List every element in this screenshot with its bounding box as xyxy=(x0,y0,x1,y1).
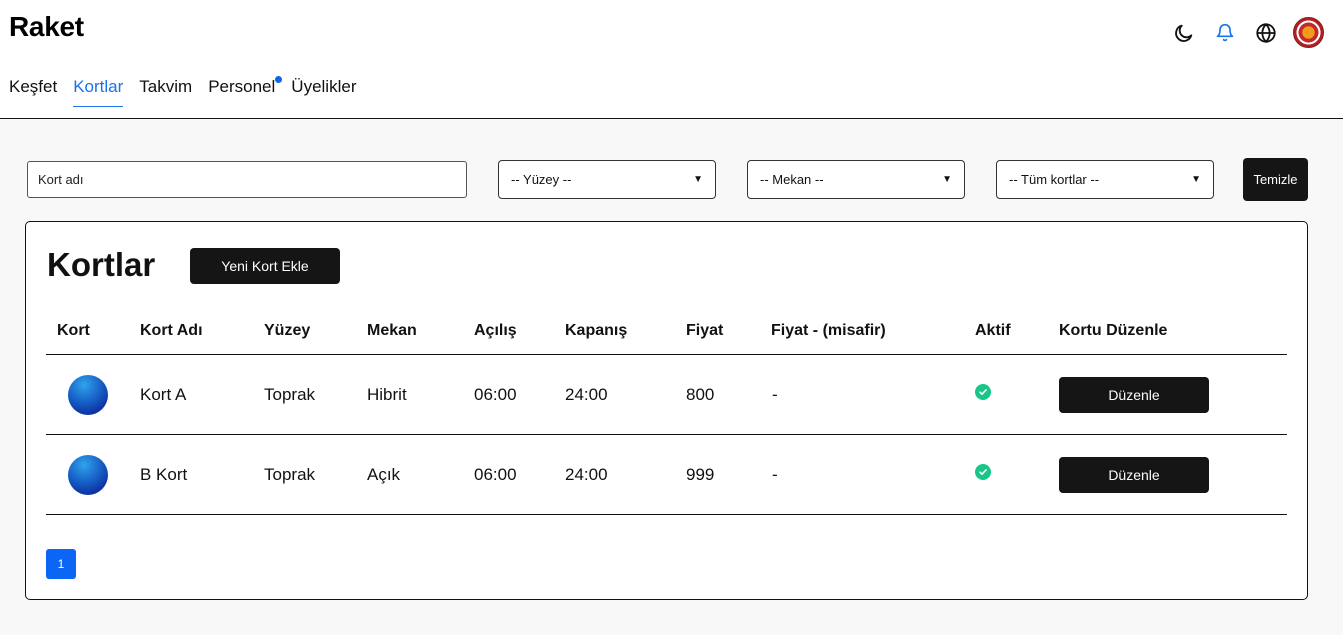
court-venue: Açık xyxy=(367,465,401,484)
check-circle-icon xyxy=(975,464,991,480)
court-close-time: 24:00 xyxy=(565,465,608,484)
column-header: Fiyat xyxy=(686,322,724,339)
edit-court-button[interactable]: Düzenle xyxy=(1059,377,1209,413)
chevron-down-icon: ▼ xyxy=(693,174,703,185)
court-price: 999 xyxy=(686,465,715,484)
header-icons xyxy=(1158,17,1324,48)
court-name: B Kort xyxy=(140,465,188,484)
court-open-time: 06:00 xyxy=(474,465,517,484)
column-header: Yüzey xyxy=(264,322,311,339)
court-close-time: 24:00 xyxy=(565,385,608,404)
clear-filters-button[interactable]: Temizle xyxy=(1243,158,1308,201)
main-nav: Keşfet Kortlar Takvim Personel Üyelikler xyxy=(9,76,372,107)
column-header: Kortu Düzenle xyxy=(1059,322,1168,339)
column-header: Aktif xyxy=(975,322,1011,339)
column-header: Kort xyxy=(57,322,90,339)
venue-select[interactable]: -- Mekan -- ▼ xyxy=(747,160,965,199)
table-header-row: Kort Kort Adı Yüzey Mekan Açılış Kapanış… xyxy=(46,314,1287,355)
tab-label: Üyelikler xyxy=(291,77,357,96)
moon-icon[interactable] xyxy=(1169,18,1199,48)
court-ball-icon xyxy=(68,375,108,415)
court-ball-icon xyxy=(68,455,108,495)
venue-select-value: -- Mekan -- xyxy=(760,172,824,187)
tab-label: Keşfet xyxy=(9,77,58,96)
courts-card: Kortlar Yeni Kort Ekle Kort Kort Adı Yüz… xyxy=(25,221,1308,600)
table-row: Kort A Toprak Hibrit 06:00 24:00 800 - D… xyxy=(46,355,1287,435)
top-header: Raket Keşfet Kortlar Takvim Personel Üye… xyxy=(0,0,1343,119)
tab-kortlar[interactable]: Kortlar xyxy=(73,77,124,107)
status-select[interactable]: -- Tüm kortlar -- ▼ xyxy=(996,160,1214,199)
court-name: Kort A xyxy=(140,385,187,404)
app-logo[interactable]: Raket xyxy=(9,11,84,43)
tab-personel[interactable]: Personel xyxy=(208,76,283,107)
surface-select[interactable]: -- Yüzey -- ▼ xyxy=(498,160,716,199)
tab-kesfet[interactable]: Keşfet xyxy=(9,77,57,107)
column-header: Açılış xyxy=(474,322,517,339)
tab-label: Personel xyxy=(208,77,276,96)
tab-uyelikler[interactable]: Üyelikler xyxy=(291,77,356,107)
globe-icon[interactable] xyxy=(1251,18,1281,48)
court-guest-price: - xyxy=(772,385,778,404)
pagination-page-button[interactable]: 1 xyxy=(46,549,76,579)
tab-label: Kortlar xyxy=(73,77,124,96)
chevron-down-icon: ▼ xyxy=(1191,174,1201,185)
edit-court-button[interactable]: Düzenle xyxy=(1059,457,1209,493)
court-venue: Hibrit xyxy=(367,385,407,404)
table-row: B Kort Toprak Açık 06:00 24:00 999 - Düz… xyxy=(46,435,1287,515)
avatar[interactable] xyxy=(1293,17,1324,48)
page-title: Kortlar xyxy=(47,246,156,283)
column-header: Mekan xyxy=(367,322,417,339)
court-surface: Toprak xyxy=(264,465,316,484)
court-surface: Toprak xyxy=(264,385,316,404)
notification-dot xyxy=(275,76,283,83)
column-header: Fiyat - (misafir) xyxy=(771,322,886,339)
tab-label: Takvim xyxy=(139,77,193,96)
column-header: Kort Adı xyxy=(140,322,203,339)
court-price: 800 xyxy=(686,385,715,404)
add-court-button[interactable]: Yeni Kort Ekle xyxy=(190,248,340,284)
court-name-search-input[interactable] xyxy=(27,161,467,198)
courts-table: Kort Kort Adı Yüzey Mekan Açılış Kapanış… xyxy=(46,314,1287,515)
court-guest-price: - xyxy=(772,465,778,484)
status-select-value: -- Tüm kortlar -- xyxy=(1009,172,1100,187)
court-open-time: 06:00 xyxy=(474,385,517,404)
bell-icon[interactable] xyxy=(1210,18,1240,48)
check-circle-icon xyxy=(975,384,991,400)
column-header: Kapanış xyxy=(565,322,628,339)
surface-select-value: -- Yüzey -- xyxy=(511,172,572,187)
chevron-down-icon: ▼ xyxy=(942,174,952,185)
tab-takvim[interactable]: Takvim xyxy=(139,77,192,107)
